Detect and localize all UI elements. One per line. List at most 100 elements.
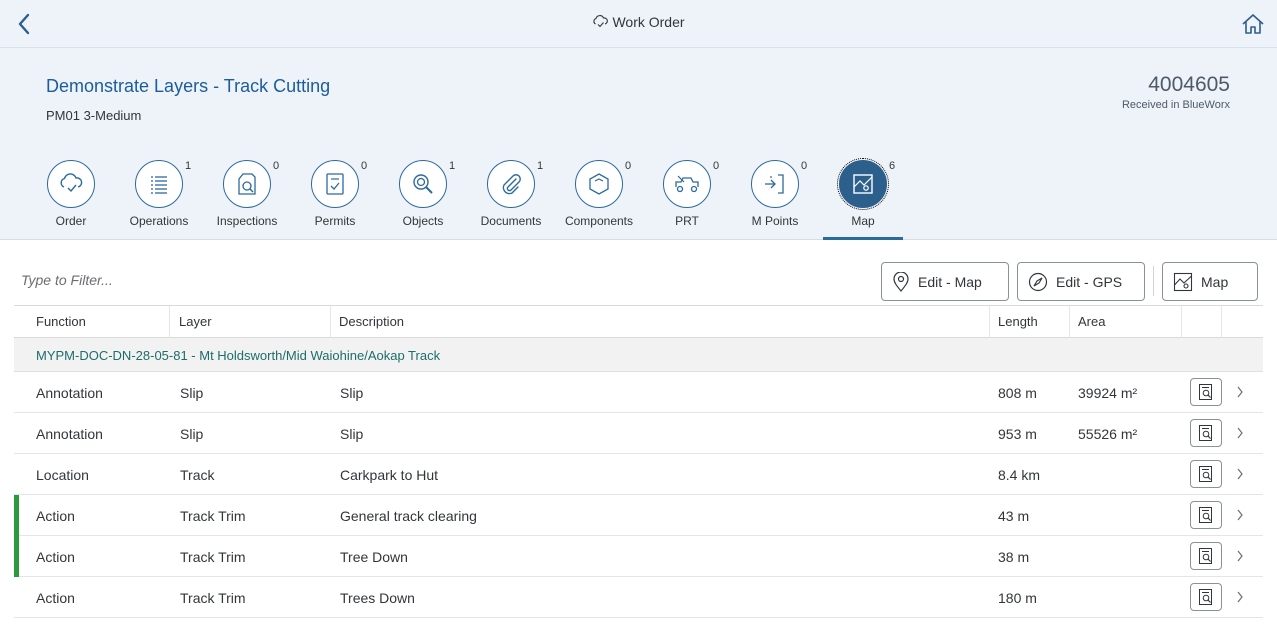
map-button[interactable]: Map: [1162, 262, 1258, 301]
table-row[interactable]: Action Track Trim Tree Down 38 m: [14, 536, 1263, 577]
cell-length: 953 m: [998, 426, 1037, 442]
tab-count: 0: [713, 160, 720, 172]
tab-count: 0: [801, 160, 808, 172]
cell-description: Tree Down: [340, 549, 408, 565]
chevron-right-icon: [1236, 385, 1244, 399]
tab-label: Permits: [314, 214, 356, 228]
cell-layer: Slip: [180, 385, 204, 401]
tab-operations[interactable]: 1 Operations: [115, 158, 203, 240]
edit-map-button[interactable]: Edit - Map: [881, 262, 1009, 301]
home-icon: [1242, 14, 1264, 34]
tab-circle: [399, 160, 447, 208]
map-button-label: Map: [1201, 273, 1229, 290]
edit-gps-button[interactable]: Edit - GPS: [1017, 262, 1145, 301]
chevron-right-icon: [1236, 590, 1244, 604]
tab-circle: [135, 160, 183, 208]
tab-circle: [837, 158, 889, 210]
table-toolbar: Edit - Map Edit - GPS Map: [14, 260, 1263, 304]
table-body: Annotation Slip Slip 808 m 39924 m² Anno…: [14, 372, 1263, 618]
cell-area: 55526 m²: [1078, 426, 1138, 442]
cell-length: 38 m: [998, 549, 1030, 565]
tab-label: Inspections: [216, 214, 278, 228]
detail-button[interactable]: [1190, 419, 1222, 447]
tab-inspections[interactable]: 0 Inspections: [203, 158, 291, 240]
detail-button[interactable]: [1190, 583, 1222, 611]
cell-description: General track clearing: [340, 508, 477, 524]
home-button[interactable]: [1239, 10, 1267, 38]
cell-function: Location: [36, 467, 89, 483]
chevron-right-icon: [1236, 467, 1244, 481]
tab-circle: [751, 160, 799, 208]
cell-function: Action: [36, 590, 75, 606]
map-icon: [853, 174, 873, 194]
cell-layer: Track Trim: [180, 590, 246, 606]
chevron-right-icon: [1236, 508, 1244, 522]
tab-order[interactable]: Order: [27, 158, 115, 240]
cell-function: Annotation: [36, 385, 103, 401]
tab-map[interactable]: 6 Map: [819, 158, 907, 240]
map-layers-table: Function Layer Description Length Area M…: [14, 305, 1263, 618]
cell-layer: Track Trim: [180, 549, 246, 565]
document-search-icon: [1199, 589, 1212, 605]
tab-circle: [47, 160, 95, 208]
tab-label: M Points: [751, 214, 799, 228]
column-header-detail: [1182, 306, 1222, 338]
tab-count: 1: [449, 160, 456, 172]
tab-label: PRT: [675, 214, 699, 228]
cell-description: Slip: [340, 426, 364, 442]
cell-layer: Track: [180, 467, 215, 483]
tab-label: Components: [564, 214, 634, 228]
tab-count: 6: [889, 160, 896, 172]
table-row[interactable]: Annotation Slip Slip 953 m 55526 m²: [14, 413, 1263, 454]
table-header: Function Layer Description Length Area: [14, 305, 1263, 338]
tab-permits[interactable]: 0 Permits: [291, 158, 379, 240]
toolbar-separator: [1153, 266, 1154, 296]
table-row[interactable]: Action Track Trim Trees Down 180 m: [14, 577, 1263, 618]
column-header-function[interactable]: Function: [28, 306, 170, 338]
tab-documents[interactable]: 1 Documents: [467, 158, 555, 240]
tab-count: 0: [361, 160, 368, 172]
detail-button[interactable]: [1190, 542, 1222, 570]
inspection-icon: [238, 173, 256, 195]
column-header-area[interactable]: Area: [1070, 306, 1182, 338]
icon-tab-bar: Order 1 Operations 0 Inspections 0 Permi…: [27, 158, 907, 240]
tab-count: 1: [537, 160, 544, 172]
tab-label: Objects: [402, 214, 444, 228]
attachment-icon: [502, 174, 521, 195]
cell-layer: Track Trim: [180, 508, 246, 524]
tab-count: 0: [625, 160, 632, 172]
detail-button[interactable]: [1190, 378, 1222, 406]
tab-components[interactable]: 0 Components: [555, 158, 643, 240]
document-search-icon: [1199, 384, 1212, 400]
row-highlight-indicator: [14, 536, 19, 577]
tab-circle: [311, 160, 359, 208]
object-number: 4004605: [1148, 73, 1230, 96]
app-title-text: Work Order: [612, 14, 685, 30]
cloud-check-icon: [592, 15, 609, 32]
table-row[interactable]: Location Track Carkpark to Hut 8.4 km: [14, 454, 1263, 495]
cell-description: Trees Down: [340, 590, 415, 606]
object-title: Demonstrate Layers - Track Cutting: [46, 76, 331, 96]
cell-length: 808 m: [998, 385, 1037, 401]
table-row[interactable]: Action Track Trim General track clearing…: [14, 495, 1263, 536]
document-search-icon: [1199, 507, 1212, 523]
tab-m-points[interactable]: 0 M Points: [731, 158, 819, 240]
column-header-length[interactable]: Length: [990, 306, 1070, 338]
tab-label: Map: [851, 214, 875, 228]
detail-button[interactable]: [1190, 460, 1222, 488]
edit-gps-label: Edit - GPS: [1056, 273, 1123, 290]
detail-button[interactable]: [1190, 501, 1222, 529]
tab-label: Order: [55, 214, 87, 228]
tab-prt[interactable]: 0 PRT: [643, 158, 731, 240]
tab-objects[interactable]: 1 Objects: [379, 158, 467, 240]
cell-description: Slip: [340, 385, 364, 401]
column-header-description[interactable]: Description: [331, 306, 990, 338]
objects-icon: [413, 174, 433, 194]
column-header-layer[interactable]: Layer: [171, 306, 331, 338]
shell-bar: Work Order: [0, 0, 1277, 48]
cell-function: Annotation: [36, 426, 103, 442]
table-row[interactable]: Annotation Slip Slip 808 m 39924 m²: [14, 372, 1263, 413]
object-subtitle: PM01 3-Medium: [46, 108, 142, 123]
filter-input[interactable]: [14, 262, 614, 298]
tab-circle: [487, 160, 535, 208]
